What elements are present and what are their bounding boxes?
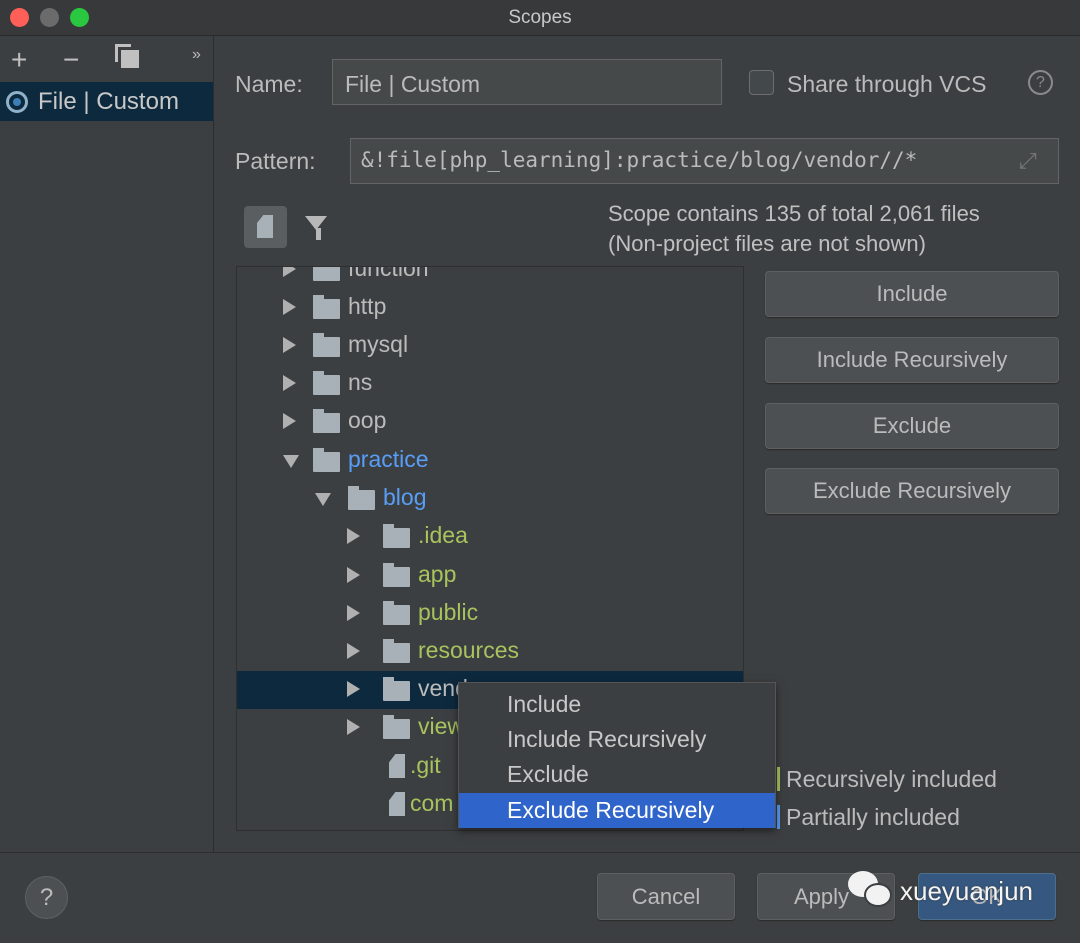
expand-arrow-icon[interactable] xyxy=(347,719,360,735)
collapse-arrow-icon[interactable] xyxy=(283,455,299,468)
legend-partial-label: Partially included xyxy=(786,804,960,830)
folder-icon xyxy=(313,409,340,433)
expand-arrow-icon[interactable] xyxy=(347,528,360,544)
legend-recursive-label: Recursively included xyxy=(786,766,997,792)
name-input[interactable]: File | Custom xyxy=(332,59,722,105)
expand-arrow-icon[interactable] xyxy=(283,299,296,315)
folder-icon xyxy=(313,371,340,395)
scope-item-label: File | Custom xyxy=(38,88,179,115)
folder-icon xyxy=(313,333,340,357)
tree-row-blog[interactable]: blog xyxy=(237,480,743,518)
scope-radio-icon xyxy=(6,91,28,113)
folder-icon xyxy=(313,448,340,472)
name-label: Name: xyxy=(235,71,303,97)
add-icon[interactable]: + xyxy=(11,44,27,76)
scope-note-text: (Non-project files are not shown) xyxy=(608,231,926,256)
remove-icon[interactable]: − xyxy=(63,44,79,76)
share-vcs-label: Share through VCS xyxy=(787,71,987,97)
tree-label: practice xyxy=(348,446,429,472)
folder-icon xyxy=(313,267,340,281)
folder-icon xyxy=(383,715,410,739)
context-menu: Include Include Recursively Exclude Excl… xyxy=(458,682,776,828)
file-icon xyxy=(257,215,273,238)
tree-row-app[interactable]: app xyxy=(237,557,743,595)
tree-label: resources xyxy=(418,637,519,663)
tree-label: ns xyxy=(348,369,373,395)
expand-arrow-icon[interactable] xyxy=(283,375,296,391)
show-files-toggle[interactable] xyxy=(244,206,287,248)
expand-arrow-icon[interactable] xyxy=(283,413,296,429)
tree-label: mysql xyxy=(348,331,409,357)
menu-item-exclude[interactable]: Exclude xyxy=(459,757,775,792)
folder-icon xyxy=(313,295,340,319)
exclude-button[interactable]: Exclude xyxy=(765,403,1059,449)
more-icon[interactable]: » xyxy=(192,46,201,64)
folder-icon xyxy=(383,563,410,587)
expand-arrow-icon[interactable] xyxy=(347,643,360,659)
expand-arrow-icon[interactable] xyxy=(347,681,360,697)
include-recursively-button[interactable]: Include Recursively xyxy=(765,337,1059,383)
menu-item-include-recursively[interactable]: Include Recursively xyxy=(459,722,775,757)
file-icon xyxy=(389,754,405,778)
folder-icon xyxy=(383,601,410,625)
include-button[interactable]: Include xyxy=(765,271,1059,317)
cancel-button[interactable]: Cancel xyxy=(597,873,735,920)
exclude-recursively-button[interactable]: Exclude Recursively xyxy=(765,468,1059,514)
scope-count-text: Scope contains 135 of total 2,061 files xyxy=(608,201,980,226)
watermark-text: xueyuanjun xyxy=(900,876,1033,906)
tree-row-oop[interactable]: oop xyxy=(237,403,743,441)
pattern-label: Pattern: xyxy=(235,148,316,174)
folder-icon xyxy=(383,639,410,663)
tree-label: public xyxy=(418,599,479,625)
title-bar: Scopes xyxy=(0,0,1080,36)
folder-icon xyxy=(348,486,375,510)
folder-icon xyxy=(383,524,410,548)
tree-row-practice[interactable]: practice xyxy=(237,442,743,480)
window-title: Scopes xyxy=(508,7,572,28)
collapse-arrow-icon[interactable] xyxy=(315,493,331,506)
tree-row-function[interactable]: function xyxy=(237,266,743,289)
wechat-icon xyxy=(848,871,894,911)
tree-row-idea[interactable]: .idea xyxy=(237,518,743,556)
menu-item-include[interactable]: Include xyxy=(459,687,775,722)
tree-label: .git xyxy=(410,752,441,778)
tree-label: com xyxy=(410,790,454,816)
share-vcs-checkbox[interactable] xyxy=(749,70,774,95)
expand-icon[interactable]: ⤢ xyxy=(1019,148,1037,174)
tree-row-public[interactable]: public xyxy=(237,595,743,633)
expand-arrow-icon[interactable] xyxy=(347,605,360,621)
legend-recursive-swatch xyxy=(777,767,780,791)
tree-label: blog xyxy=(383,484,427,510)
tree-row-resources[interactable]: resources xyxy=(237,633,743,671)
help-button[interactable]: ? xyxy=(25,876,68,919)
tree-row-http[interactable]: http xyxy=(237,289,743,327)
tree-label: app xyxy=(418,561,457,587)
legend-partial-swatch xyxy=(777,805,780,829)
tree-label: oop xyxy=(348,407,387,433)
copy-icon[interactable] xyxy=(115,44,139,68)
tree-row-mysql[interactable]: mysql xyxy=(237,327,743,365)
tree-label: http xyxy=(348,293,387,319)
expand-arrow-icon[interactable] xyxy=(283,267,296,277)
help-icon[interactable]: ? xyxy=(1028,70,1053,95)
file-icon xyxy=(389,792,405,816)
expand-arrow-icon[interactable] xyxy=(347,567,360,583)
tree-row-ns[interactable]: ns xyxy=(237,365,743,403)
folder-icon xyxy=(383,677,410,701)
scope-list-panel xyxy=(0,36,214,853)
tree-label: function xyxy=(348,266,429,281)
expand-arrow-icon[interactable] xyxy=(283,337,296,353)
pattern-input[interactable]: &!file[php_learning]:practice/blog/vendo… xyxy=(350,138,1059,184)
menu-item-exclude-recursively[interactable]: Exclude Recursively xyxy=(459,793,775,828)
tree-label: .idea xyxy=(418,522,468,548)
